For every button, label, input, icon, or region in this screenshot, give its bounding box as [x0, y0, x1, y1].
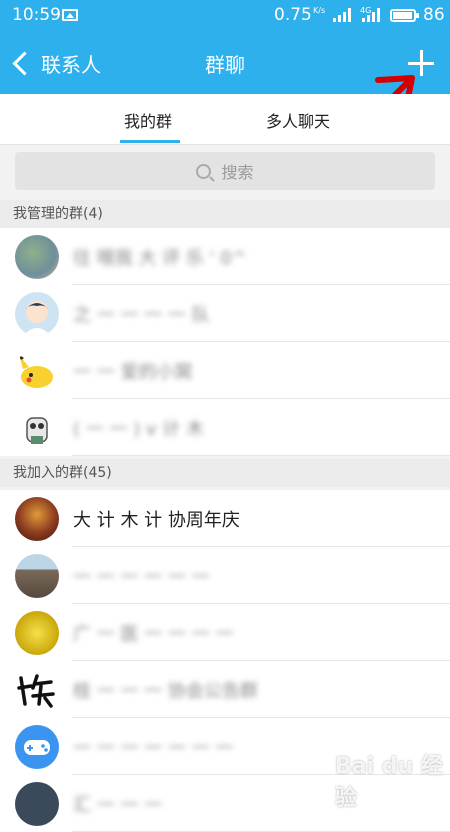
list-item[interactable]: 一 一 一 一 一 一 — [0, 547, 450, 604]
stage-photo-icon — [15, 497, 59, 541]
group-name: 广 一 医 一 一 一 一 — [73, 624, 234, 645]
list-item[interactable]: 往 哦我 大 评 乐 ' 0^ — [0, 228, 450, 285]
dark-avatar-icon — [15, 782, 59, 826]
group-name: 一 一 一 一 一 一 — [73, 567, 210, 588]
pikachu-icon — [15, 349, 59, 393]
group-name: 往 哦我 大 评 乐 ' 0^ — [73, 248, 247, 269]
tab-multi-chat[interactable]: 多人聊天 — [266, 108, 330, 132]
search-input[interactable]: 搜索 — [15, 152, 435, 190]
list-item[interactable]: ( 一 一 ) v 计 木 — [0, 399, 450, 456]
group-photo-icon — [15, 235, 59, 279]
list-item[interactable]: 桂 一 一 一 协会公告群 — [0, 661, 450, 718]
network-speed-unit: K/s — [313, 6, 326, 15]
group-name: 大 计 木 计 协周年庆 — [73, 510, 240, 531]
add-button[interactable] — [408, 50, 434, 76]
group-name: 一 一 爱的小窝 — [73, 362, 193, 383]
status-time: 10:59 — [12, 5, 61, 25]
tab-my-groups[interactable]: 我的群 — [124, 108, 172, 132]
battery-icon — [390, 9, 419, 22]
section-header-managed: 我管理的群(4) — [0, 200, 450, 228]
battery-level: 86 — [423, 5, 445, 25]
tab-bar: 我的群 多人聊天 — [0, 94, 450, 145]
search-area: 搜索 — [0, 145, 450, 200]
list-item[interactable]: 大 计 木 计 协周年庆 — [0, 490, 450, 547]
page-title: 群聊 — [205, 53, 245, 77]
signal-4g-icon — [362, 8, 382, 22]
status-bar: 10:59 0.75 K/s 4G 86 — [0, 0, 450, 32]
gamepad-icon — [15, 725, 59, 769]
gold-badge-icon — [15, 611, 59, 655]
list-item[interactable]: 广 一 医 一 一 一 一 — [0, 604, 450, 661]
panda-cartoon-icon — [15, 406, 59, 450]
baidu-watermark: Bai du 经验 — [335, 754, 443, 811]
group-name: 一 一 一 一 一 一 一 — [73, 738, 234, 759]
search-placeholder: 搜索 — [221, 163, 254, 182]
group-name: ( 一 一 ) v 计 木 — [73, 419, 205, 440]
active-tab-indicator — [120, 140, 180, 143]
image-notification-icon — [62, 9, 78, 21]
group-name: 桂 一 一 一 协会公告群 — [73, 681, 258, 702]
nav-bar: 联系人 群聊 — [0, 32, 450, 94]
list-item[interactable]: 之 一 一 一 一 队 — [0, 285, 450, 342]
section-header-joined: 我加入的群(45) — [0, 459, 450, 487]
calligraphy-icon — [15, 668, 59, 712]
list-item[interactable]: 一 一 爱的小窝 — [0, 342, 450, 399]
girl-cartoon-icon — [15, 292, 59, 336]
group-name: 汇 一 一 一 — [73, 795, 163, 816]
top-bar: 10:59 0.75 K/s 4G 86 联系人 群聊 — [0, 0, 450, 94]
network-speed: 0.75 — [274, 5, 312, 25]
building-photo-icon — [15, 554, 59, 598]
group-name: 之 一 一 一 一 队 — [73, 305, 210, 326]
search-icon — [196, 163, 212, 179]
signal-icon — [333, 8, 353, 22]
